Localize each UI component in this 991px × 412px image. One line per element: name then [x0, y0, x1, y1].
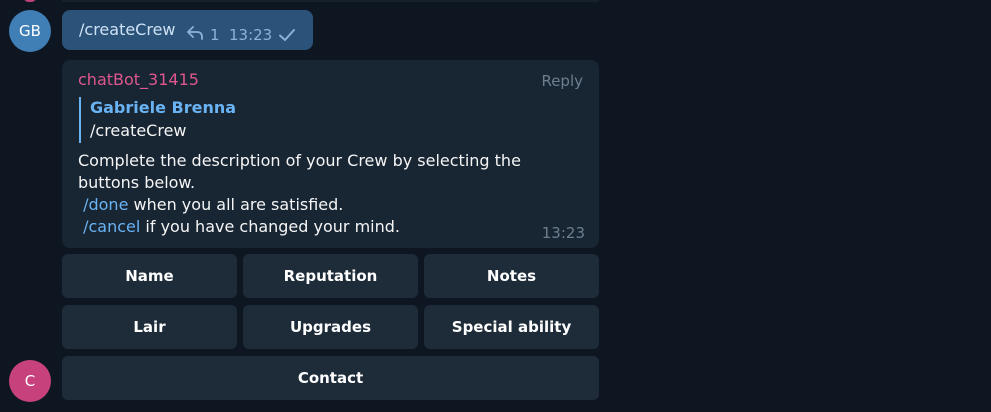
done-command-link[interactable]: /done: [83, 195, 128, 214]
keyboard-button-name[interactable]: Name: [62, 254, 237, 298]
previous-message-edge: [62, 0, 599, 2]
quote-text: /createCrew: [90, 121, 187, 140]
bot-avatar[interactable]: C: [9, 360, 51, 402]
reply-button[interactable]: Reply: [541, 72, 583, 90]
done-line-text: when you all are satisfied.: [128, 195, 344, 214]
keyboard-button-lair[interactable]: Lair: [62, 305, 237, 349]
quote-author: Gabriele Brenna: [90, 98, 237, 117]
incoming-message-bubble[interactable]: chatBot_31415 Reply Gabriele Brenna /cre…: [62, 60, 599, 248]
reply-quote[interactable]: Gabriele Brenna /createCrew: [79, 97, 381, 143]
done-line: /done when you all are satisfied.: [78, 194, 578, 216]
message-body: Complete the description of your Crew by…: [78, 150, 578, 238]
keyboard-button-notes[interactable]: Notes: [424, 254, 599, 298]
keyboard-button-upgrades[interactable]: Upgrades: [243, 305, 418, 349]
user-avatar-initials: GB: [19, 22, 41, 40]
outgoing-message-bubble[interactable]: /createCrew 1 13:23: [62, 10, 313, 50]
bot-avatar-initials: C: [24, 372, 36, 390]
outgoing-message-time: 13:23: [229, 26, 273, 44]
reply-count: 1: [210, 26, 220, 44]
previous-avatar-edge: [23, 0, 37, 2]
incoming-message-time: 13:23: [541, 224, 585, 242]
keyboard-button-reputation[interactable]: Reputation: [243, 254, 418, 298]
sender-name[interactable]: chatBot_31415: [78, 70, 199, 89]
cancel-line-text: if you have changed your mind.: [140, 217, 400, 236]
checkmark-icon: [279, 29, 295, 41]
cancel-line: /cancel if you have changed your mind.: [78, 216, 578, 238]
keyboard-button-contact[interactable]: Contact: [62, 356, 599, 400]
reply-arrow-icon[interactable]: [186, 26, 204, 40]
outgoing-message-text: /createCrew: [79, 20, 176, 39]
message-body-intro: Complete the description of your Crew by…: [78, 151, 521, 192]
user-avatar[interactable]: GB: [9, 10, 51, 52]
keyboard-button-special-ability[interactable]: Special ability: [424, 305, 599, 349]
cancel-command-link[interactable]: /cancel: [83, 217, 140, 236]
